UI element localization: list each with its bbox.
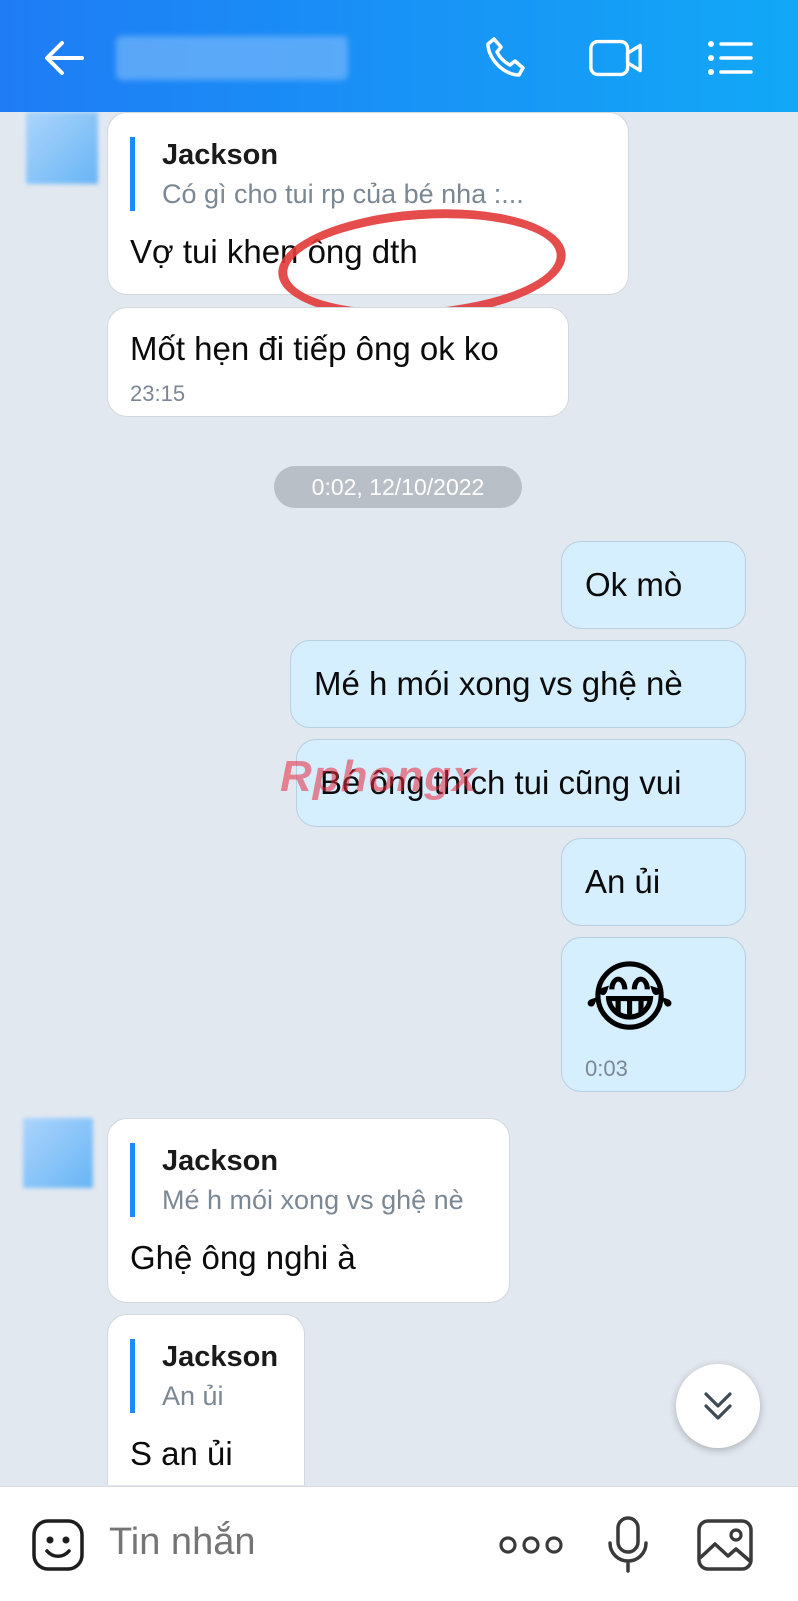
quoted-message[interactable]: Jackson Mé h mói xong vs ghệ nè — [130, 1143, 464, 1217]
message-text: Mé h mói xong vs ghệ nè — [314, 665, 683, 702]
outgoing-emoji-message[interactable]: 😂 0:03 — [561, 937, 746, 1092]
date-separator: 0:02, 12/10/2022 — [274, 466, 522, 508]
message-text: Ghệ ông nghi à — [130, 1239, 356, 1276]
quoted-message[interactable]: Jackson An ủi — [130, 1339, 278, 1413]
back-arrow-icon — [45, 41, 84, 75]
menu-button[interactable] — [702, 30, 758, 86]
contact-name-blurred[interactable] — [116, 36, 348, 80]
sticker-face-icon — [32, 1519, 84, 1571]
double-chevron-down-icon — [704, 1392, 732, 1420]
incoming-reply-message[interactable]: Jackson Mé h mói xong vs ghệ nè Ghệ ông … — [107, 1118, 510, 1303]
quoted-message[interactable]: Jackson Có gì cho tui rp của bé nha :... — [130, 137, 524, 211]
chat-header — [0, 0, 798, 112]
quoted-sender: Jackson — [162, 1145, 279, 1177]
avatar[interactable] — [23, 1118, 93, 1188]
tears-of-joy-emoji: 😂 — [584, 953, 676, 1043]
phone-icon — [486, 37, 525, 77]
sticker-button[interactable] — [28, 1515, 88, 1575]
outgoing-message[interactable]: Ok mò — [561, 541, 746, 629]
call-button[interactable] — [478, 30, 534, 86]
voice-button[interactable] — [600, 1513, 656, 1577]
quoted-sender: Jackson — [162, 139, 279, 171]
message-text: Ok mò — [585, 566, 683, 603]
message-text: S an ủi — [130, 1435, 233, 1472]
message-text: Mốt hẹn đi tiếp ông ok ko — [130, 330, 499, 367]
message-composer — [0, 1486, 798, 1601]
watermark: Rphongx — [280, 752, 478, 801]
image-gallery-icon — [697, 1519, 753, 1571]
microphone-icon — [608, 1516, 648, 1573]
image-button[interactable] — [694, 1515, 756, 1575]
more-button[interactable] — [498, 1523, 564, 1567]
quoted-text: An ủi — [162, 1381, 224, 1411]
incoming-reply-message[interactable]: Jackson An ủi S an ủi — [107, 1314, 305, 1485]
quoted-text: Có gì cho tui rp của bé nha :... — [162, 179, 524, 209]
message-input[interactable] — [109, 1521, 449, 1564]
list-menu-icon — [708, 41, 753, 75]
video-camera-icon — [589, 39, 642, 77]
message-text: An ủi — [585, 863, 661, 900]
message-list[interactable]: Jackson Có gì cho tui rp của bé nha :...… — [0, 112, 798, 1485]
quoted-text: Mé h mói xong vs ghệ nè — [162, 1185, 464, 1215]
scroll-to-bottom-button[interactable] — [676, 1364, 760, 1448]
back-button[interactable] — [36, 30, 92, 86]
quoted-sender: Jackson — [162, 1341, 279, 1373]
more-dots-icon — [499, 1536, 563, 1554]
outgoing-message[interactable]: Mé h mói xong vs ghệ nè — [290, 640, 746, 728]
incoming-message[interactable]: Mốt hẹn đi tiếp ông ok ko 23:15 — [107, 307, 569, 417]
avatar[interactable] — [26, 112, 98, 184]
message-time: 0:03 — [585, 1056, 628, 1081]
video-call-button[interactable] — [588, 30, 644, 86]
message-time: 23:15 — [130, 381, 186, 406]
outgoing-message[interactable]: An ủi — [561, 838, 746, 926]
